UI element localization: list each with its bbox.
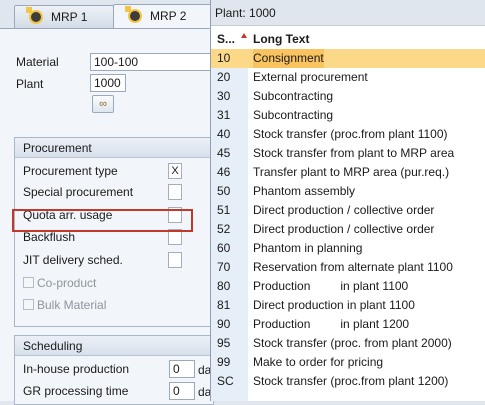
list-item[interactable]: 20 External procurement xyxy=(211,68,485,87)
list-item[interactable]: 31 Subcontracting xyxy=(211,106,485,125)
item-key: 99 xyxy=(217,355,231,369)
list-item[interactable]: 10 Consignment xyxy=(211,49,485,68)
material-label: Material xyxy=(16,55,59,69)
item-text: Subcontracting xyxy=(253,108,334,122)
checkbox-icon xyxy=(23,277,34,288)
quota-arr-usage-label: Quota arr. usage xyxy=(23,208,113,222)
procurement-type-label: Procurement type xyxy=(23,164,118,178)
tab-mrp-2[interactable]: MRP 2 xyxy=(113,4,213,29)
item-key: 31 xyxy=(217,108,231,122)
list-item[interactable]: 95 Stock transfer (proc. from plant 2000) xyxy=(211,334,485,353)
item-text: Direct production / collective order xyxy=(253,203,435,217)
scheduling-group: Scheduling In-house production 0 da GR p… xyxy=(14,335,214,405)
list-item[interactable]: 70 Reservation from alternate plant 1100 xyxy=(211,258,485,277)
item-text: Stock transfer from plant to MRP area xyxy=(253,146,455,160)
backflush-label: Backflush xyxy=(23,230,76,244)
popup-column-header: S... Long Text xyxy=(211,30,485,49)
item-key: 70 xyxy=(217,260,231,274)
special-procurement-label: Special procurement xyxy=(23,185,134,199)
item-text: Phantom assembly xyxy=(253,184,356,198)
item-key: 60 xyxy=(217,241,231,255)
list-item[interactable]: 99 Make to order for pricing xyxy=(211,353,485,372)
item-key: 51 xyxy=(217,203,231,217)
list-item[interactable]: 51 Direct production / collective order xyxy=(211,201,485,220)
item-key: 81 xyxy=(217,298,231,312)
mrp-icon xyxy=(26,7,43,24)
list-item[interactable]: 52 Direct production / collective order xyxy=(211,220,485,239)
list-item[interactable]: 45 Stock transfer from plant to MRP area xyxy=(211,144,485,163)
list-item[interactable]: 80 Production in plant 1100 xyxy=(211,277,485,296)
item-text: Reservation from alternate plant 1100 xyxy=(253,260,453,274)
co-product-label: Co-product xyxy=(37,276,97,290)
list-item[interactable]: 81 Direct production in plant 1100 xyxy=(211,296,485,315)
list-item[interactable]: 30 Subcontracting xyxy=(211,87,485,106)
item-text: Production in plant 1200 xyxy=(253,317,410,331)
column-text-header[interactable]: Long Text xyxy=(253,30,309,49)
scheduling-title: Scheduling xyxy=(15,336,213,356)
inhouse-production-label: In-house production xyxy=(23,362,130,376)
item-key: 46 xyxy=(217,165,231,179)
tab-label: MRP 2 xyxy=(150,9,187,23)
jit-delivery-field[interactable] xyxy=(168,252,182,268)
value-help-popup: Plant: 1000 S... Long Text 10 Consignment… xyxy=(210,0,485,401)
item-text: Make to order for pricing xyxy=(253,355,384,369)
plant-label: Plant xyxy=(16,77,44,91)
mrp-icon xyxy=(125,6,142,23)
tab-mrp-1[interactable]: MRP 1 xyxy=(14,5,114,28)
item-key: 50 xyxy=(217,184,231,198)
sort-ascending-icon xyxy=(241,33,247,38)
material-field[interactable]: 100-100 xyxy=(90,53,212,71)
item-text: Stock transfer (proc.from plant 1200) xyxy=(253,374,449,388)
procurement-group: Procurement Procurement type X Special p… xyxy=(14,137,214,327)
procurement-type-field[interactable]: X xyxy=(168,163,182,179)
plant-field[interactable]: 1000 xyxy=(90,74,126,92)
item-text: Stock transfer (proc. from plant 2000) xyxy=(253,336,452,350)
list-item[interactable]: 60 Phantom in planning xyxy=(211,239,485,258)
item-key: 52 xyxy=(217,222,231,236)
list-item[interactable]: SC Stock transfer (proc.from plant 1200) xyxy=(211,372,485,391)
value-list: 10 Consignment 20 External procurement 30 Sub… xyxy=(211,49,485,391)
item-text: Consignment xyxy=(253,49,324,68)
co-product-checkbox: Co-product xyxy=(23,274,96,293)
list-item[interactable]: 40 Stock transfer (proc.from plant 1100) xyxy=(211,125,485,144)
item-key: 45 xyxy=(217,146,231,160)
procurement-title: Procurement xyxy=(15,138,213,158)
list-item[interactable]: 90 Production in plant 1200 xyxy=(211,315,485,334)
item-key: SC xyxy=(217,374,234,388)
item-key: 10 xyxy=(217,51,231,65)
link-button[interactable]: ∞ xyxy=(92,95,114,113)
item-text: Production in plant 1100 xyxy=(253,279,409,293)
item-text: Subcontracting xyxy=(253,89,334,103)
column-key-header[interactable]: S... xyxy=(217,30,235,49)
gr-processing-label: GR processing time xyxy=(23,384,129,398)
gr-processing-field[interactable]: 0 xyxy=(169,382,195,400)
inhouse-production-field[interactable]: 0 xyxy=(169,360,195,378)
jit-delivery-label: JIT delivery sched. xyxy=(23,253,123,267)
item-text: Phantom in planning xyxy=(253,241,363,255)
item-key: 40 xyxy=(217,127,231,141)
item-key: 90 xyxy=(217,317,231,331)
list-item[interactable]: 46 Transfer plant to MRP area (pur.req.) xyxy=(211,163,485,182)
link-icon: ∞ xyxy=(99,98,107,110)
tab-label: MRP 1 xyxy=(51,10,88,24)
item-key: 20 xyxy=(217,70,231,84)
checkbox-icon xyxy=(23,299,34,310)
item-text: Direct production in plant 1100 xyxy=(253,298,415,312)
popup-header: Plant: 1000 xyxy=(211,0,485,26)
item-text: External procurement xyxy=(253,70,368,84)
bulk-material-label: Bulk Material xyxy=(37,298,107,312)
quota-arr-usage-field[interactable] xyxy=(168,207,182,223)
item-key: 30 xyxy=(217,89,231,103)
special-procurement-field[interactable] xyxy=(168,184,182,200)
item-text: Direct production / collective order xyxy=(253,222,435,236)
backflush-field[interactable] xyxy=(168,229,182,245)
item-key: 95 xyxy=(217,336,231,350)
item-text: Stock transfer (proc.from plant 1100) xyxy=(253,127,448,141)
list-item[interactable]: 50 Phantom assembly xyxy=(211,182,485,201)
item-text: Transfer plant to MRP area (pur.req.) xyxy=(253,165,450,179)
bulk-material-checkbox: Bulk Material xyxy=(23,296,106,315)
mrp2-form: Material 100-100 Plant 1000 ∞ Procuremen… xyxy=(0,28,214,405)
item-key: 80 xyxy=(217,279,231,293)
